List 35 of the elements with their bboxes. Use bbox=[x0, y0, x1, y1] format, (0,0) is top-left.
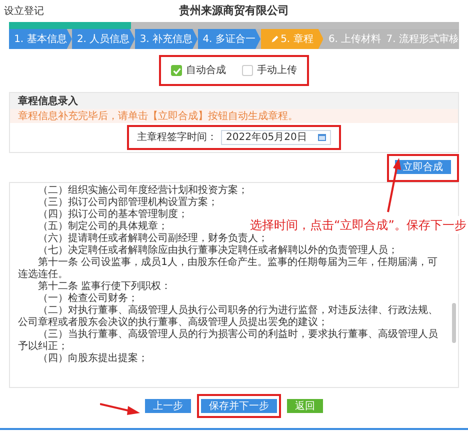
pencil-icon bbox=[270, 35, 279, 43]
document-paragraph: （三）拟订公司内部管理机构设置方案； bbox=[37, 197, 218, 208]
document-paragraph: （七）决定聘任或者解聘除应由执行董事决定聘任或者解聘以外的负责管理人员； bbox=[37, 245, 398, 256]
footer-button[interactable]: 返回 bbox=[287, 399, 323, 413]
panel-header: 章程信息录入 bbox=[10, 93, 458, 109]
document-paragraph: （四）向股东提出提案； bbox=[37, 353, 148, 365]
step-tab[interactable]: 3. 补充信息 bbox=[134, 29, 198, 49]
date-label: 主章程签字时间： bbox=[137, 130, 217, 145]
annotation-text: 选择时间，点击“立即合成”。保存下一步 bbox=[250, 216, 466, 234]
calendar-icon bbox=[318, 134, 326, 141]
checkbox[interactable] bbox=[242, 65, 253, 76]
section-title: 设立登记 bbox=[4, 4, 45, 18]
panel-note: 章程信息补充完毕后，请单击【立即合成】按钮自动生成章程。 bbox=[10, 109, 458, 123]
document-paragraph: （二）组织实施公司年度经营计划和投资方案； bbox=[37, 185, 248, 196]
step-tab[interactable]: 2. 人员信息 bbox=[72, 29, 135, 49]
option-label: 自动合成 bbox=[186, 64, 226, 78]
step-tab[interactable]: 5. 章程 bbox=[260, 29, 324, 49]
document-paragraph: 第十一条 公司设监事，成员1人，由股东任命产生。监事的任期每届为三年，任期届满，可连选连任。 bbox=[18, 257, 439, 280]
checkbox[interactable] bbox=[171, 65, 182, 76]
document-paragraph: （四）拟订公司的基本管理制度； bbox=[37, 209, 188, 220]
date-field[interactable]: 2022年05月20日 bbox=[221, 130, 331, 145]
generate-button[interactable]: 立即合成 bbox=[395, 160, 451, 174]
step-tab[interactable]: 1. 基本信息 bbox=[9, 29, 72, 49]
document-paragraph: （二）对执行董事、高级管理人员执行公司职务的行为进行监督，对违反法律、行政法规、公司章程或者股东会决议的执行董事、高级管理人员提出罢免的建议； bbox=[18, 305, 439, 328]
annotation-arrow bbox=[100, 402, 140, 416]
document-paragraph: （五）制定公司的具体规章； bbox=[37, 221, 168, 232]
footer-button[interactable]: 保存并下一步 bbox=[201, 399, 277, 413]
document-paragraph: （三）当执行董事、高级管理人员的行为损害公司的利益时，要求执行董事、高级管理人员予以纠正； bbox=[18, 329, 439, 352]
option-label: 手动上传 bbox=[257, 64, 297, 78]
document-paragraph: 第十二条 监事行使下列职权： bbox=[37, 281, 172, 292]
scrollbar[interactable] bbox=[452, 303, 456, 343]
step-tab[interactable]: 4. 多证合一 bbox=[198, 29, 260, 49]
document-paragraph: （一）检查公司财务； bbox=[37, 293, 138, 304]
footer-button[interactable]: 上一步 bbox=[145, 399, 191, 413]
company-name: 贵州来源商贸有限公司 bbox=[178, 2, 290, 19]
